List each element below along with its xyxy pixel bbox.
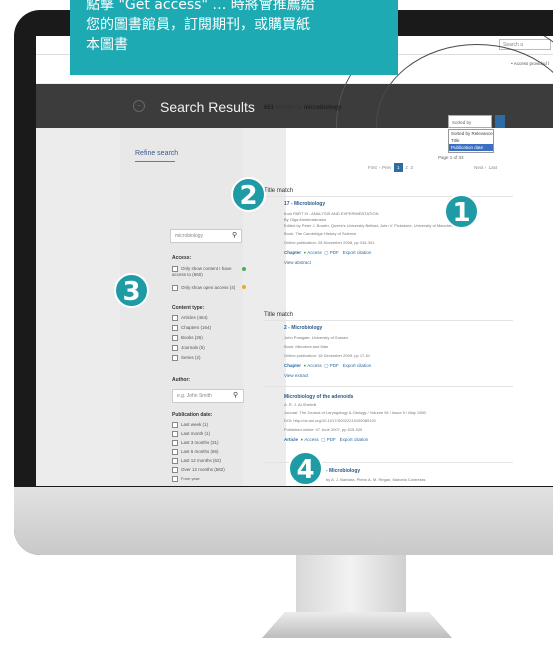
pubdate-option[interactable]: Over 12 months (582) (172, 467, 225, 473)
result-meta: John Postgate, University of Sussex (284, 335, 349, 340)
monitor-chin (14, 487, 553, 555)
result-meta: by A. J. Barbara, Pietro A. M. Regan, Ma… (326, 477, 426, 482)
sort-option[interactable]: Title (449, 137, 493, 144)
content-type-option[interactable]: Books (26) (172, 335, 203, 341)
divider (263, 386, 513, 387)
pubdate-option[interactable]: Last 12 months (62) (172, 458, 221, 464)
open-access-icon (242, 285, 246, 289)
access-option-owned[interactable]: Only show content I have access to (660) (172, 266, 242, 277)
page-title: Search Results (160, 99, 255, 115)
results-count: 651 results for microbiology (264, 105, 342, 111)
pubdate-option[interactable]: Last 3 months (31) (172, 440, 219, 446)
sort-dropdown: Sorted by Relevance Title Publication da… (448, 129, 494, 153)
monitor-stand-base (262, 612, 452, 638)
step-badge-1: 1 (444, 194, 479, 229)
result-actions: Chapter ● Access ▢ PDF Export citation (284, 250, 372, 255)
callout-line: 本圖書 (86, 37, 128, 53)
page-info: Page 1 of 33 (438, 155, 464, 160)
step-badge-3: 3 (114, 273, 149, 308)
publication-date-label: Publication date: (172, 412, 213, 418)
result-meta: A. R. J. Al-Shehrili (284, 402, 317, 407)
access-green-icon (242, 267, 246, 271)
content-type-option[interactable]: Journals (5) (172, 345, 205, 351)
sort-select[interactable]: Sorted by Relevance (448, 115, 492, 138)
pager-next[interactable]: Next › (474, 165, 486, 170)
content-type-option[interactable]: Series (2) (172, 355, 201, 361)
pager-first[interactable]: First (368, 165, 377, 170)
pager-page[interactable]: 3 (410, 165, 413, 170)
instruction-callout: 點擊 "Get access" … 時將會推薦給 您的圖書館員，訂閱期刊，或購買… (70, 0, 398, 75)
callout-line: 點擊 "Get access" … 時將會推薦給 (86, 0, 315, 13)
pagination: First ‹ Prev 1 2 3 Next › Last (368, 163, 497, 172)
pager-prev[interactable]: ‹ Prev (379, 165, 391, 170)
pager-page-active[interactable]: 1 (393, 163, 403, 172)
content-type-option[interactable]: Articles (464) (172, 315, 208, 321)
result-actions: Article ● Access ▢ PDF Export citation (284, 437, 369, 442)
author-search-icon[interactable]: ⚲ (233, 391, 238, 399)
refine-title-underline (135, 161, 175, 162)
callout-line: 您的圖書館員，訂閱期刊，或購買紙 (86, 17, 310, 33)
divider (263, 320, 513, 321)
pubdate-option[interactable]: Last month (1) (172, 431, 210, 437)
pubdate-option[interactable]: Last 6 months (66) (172, 449, 219, 455)
divider (263, 196, 513, 197)
result-meta: Online publication: 18 December 2009, pp… (284, 353, 371, 358)
title-match-heading: Title match (264, 312, 294, 318)
refine-title: Refine search (135, 150, 179, 157)
view-extract-link[interactable]: View extract (284, 373, 308, 378)
step-badge-2: 2 (231, 177, 266, 212)
view-abstract-link[interactable]: View abstract (284, 260, 311, 265)
content-type-label: Content type: (172, 305, 205, 311)
result-meta: from PART III - ANALYSIS AND EXPERIMENTA… (284, 211, 379, 216)
result-meta: By Olga Amsterdamska (284, 217, 326, 222)
title-match-heading: Title match (264, 188, 294, 194)
result-title[interactable]: - Microbiology (326, 468, 360, 474)
access-option-open[interactable]: Only show open access (4) (172, 285, 235, 291)
author-label: Author: (172, 377, 191, 383)
pager-page[interactable]: 2 (405, 165, 408, 170)
content-type-option[interactable]: Chapters (164) (172, 325, 211, 331)
sort-option[interactable]: Sorted by Relevance (449, 130, 493, 137)
result-meta: Published online: 07 June 2007, pp 515-5… (284, 427, 363, 432)
result-meta: Book: Microbes and Man (284, 344, 329, 349)
result-title[interactable]: 17 - Microbiology (284, 201, 325, 207)
result-meta: Journal: The Journal of Laryngology & Ot… (284, 410, 426, 415)
search-icon[interactable]: ⚲ (232, 231, 237, 239)
result-title[interactable]: 2 - Microbiology (284, 325, 322, 331)
result-actions: Chapter ● Access ▢ PDF Export citation (284, 363, 372, 368)
result-meta: DOI: http://dx.doi.org/10.1017/S00222151… (284, 418, 376, 423)
pubdate-option[interactable]: Last week (1) (172, 422, 208, 428)
step-badge-4: 4 (288, 451, 323, 486)
sort-option-selected[interactable]: Publication date (449, 144, 493, 151)
result-meta: Online publication: 28 November 2008, pp… (284, 240, 375, 245)
sort-go-button[interactable] (495, 115, 505, 128)
pager-last[interactable]: Last (489, 165, 498, 170)
access-label: Access: (172, 255, 192, 261)
results-panel (286, 128, 553, 486)
result-meta: Book: The Cambridge History of Science (284, 231, 357, 236)
result-meta: Edited by Peter J. Bowler, Queen's Unive… (284, 223, 458, 228)
from-year-label: From year: (172, 476, 200, 482)
result-title[interactable]: Microbiology of the adenoids (284, 394, 353, 400)
collapse-refine-icon[interactable]: − (133, 100, 145, 112)
